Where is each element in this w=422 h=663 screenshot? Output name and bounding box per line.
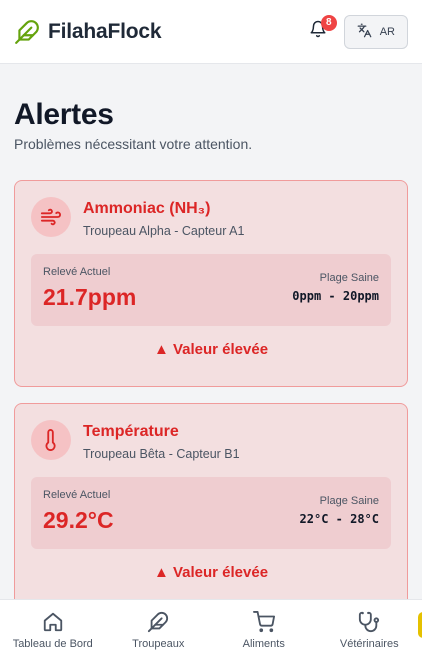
page-title: Alertes [14,98,114,131]
wind-icon [31,197,71,237]
alert-title: Température [83,423,179,440]
home-icon [42,611,64,633]
language-toggle-button[interactable]: AR [343,14,408,49]
app-name: FilahaFlock [48,19,162,43]
reading-box: Relevé Actuel 29.2°C Plage Saine 22°C - … [31,477,391,549]
page-subtitle: Problèmes nécessitant votre attention. [14,136,253,152]
alert-source: Troupeau Alpha - Capteur A1 [83,224,245,238]
notification-count-badge: 8 [320,14,337,31]
nav-item-feed[interactable]: Aliments [211,600,317,663]
cart-icon [252,611,275,633]
header-actions: 8 AR [304,14,408,49]
nav-item-flocks[interactable]: Troupeaux [106,600,212,663]
reading-box: Relevé Actuel 21.7ppm Plage Saine 0ppm -… [31,254,391,326]
translate-icon [357,23,372,41]
thermometer-icon [31,420,71,460]
range-label: Plage Saine [319,495,379,507]
reading-value: 21.7ppm [43,284,137,310]
range-value: 22°C - 28°C [299,512,379,526]
reading-label: Relevé Actuel [43,266,111,278]
main-content: Alertes Problèmes nécessitant votre atte… [14,64,408,152]
range-label: Plage Saine [319,272,379,284]
nav-label: Aliments [242,638,285,650]
alert-card[interactable]: Ammoniac (NH₃) Troupeau Alpha - Capteur … [14,180,408,387]
app-header: FilahaFlock 8 AR [0,0,422,64]
range-value: 0ppm - 20ppm [292,289,379,303]
brand[interactable]: FilahaFlock [14,19,162,45]
alert-title: Ammoniac (NH₃) [83,200,211,217]
reading-value: 29.2°C [43,507,114,533]
bottom-nav: Tableau de Bord Troupeaux Aliments Vétér… [0,599,422,663]
alert-status: ▲ Valeur élevée [153,564,269,581]
floating-handle[interactable] [418,612,422,638]
language-label: AR [379,25,395,38]
alert-status: ▲ Valeur élevée [153,341,269,358]
alert-card[interactable]: Température Troupeau Bêta - Capteur B1 R… [14,403,408,610]
feather-icon [14,19,40,45]
nav-label: Vétérinaires [339,638,399,650]
feather-icon [147,611,169,633]
stethoscope-icon [358,611,380,633]
nav-item-dashboard[interactable]: Tableau de Bord [0,600,106,663]
nav-label: Tableau de Bord [12,638,93,650]
notifications-button[interactable]: 8 [304,14,337,46]
reading-label: Relevé Actuel [43,489,111,501]
nav-item-vets[interactable]: Vétérinaires [317,600,422,663]
alert-source: Troupeau Bêta - Capteur B1 [83,447,240,461]
nav-label: Troupeaux [132,638,185,650]
